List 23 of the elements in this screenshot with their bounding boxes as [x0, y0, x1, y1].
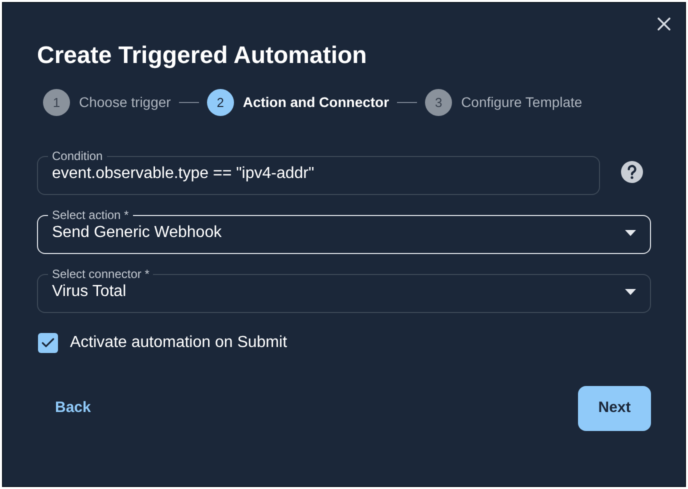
help-icon[interactable] [620, 160, 644, 184]
field-value: event.observable.type == "ipv4-addr" [52, 164, 316, 184]
dialog-title: Create Triggered Automation [37, 41, 368, 71]
field-value: Virus Total [52, 282, 128, 302]
field-label: Select action * [51, 207, 130, 223]
next-button[interactable]: Next [578, 386, 651, 431]
select-field[interactable]: Select action * Send Generic Webhook [37, 207, 651, 254]
step-number: 2 [206, 89, 234, 116]
back-button[interactable]: Back [37, 387, 109, 430]
step-number: 1 [43, 89, 70, 116]
field-label: Select connector * [51, 266, 150, 282]
step-label: Action and Connector [242, 93, 390, 112]
field-value: Send Generic Webhook [52, 223, 223, 243]
step-label: Choose trigger [79, 93, 171, 112]
select-field[interactable]: Select connector * Virus Total [37, 266, 651, 313]
dropdown-caret-icon [625, 230, 636, 236]
step-label: Configure Template [461, 93, 582, 112]
input-field[interactable]: Condition event.observable.type == "ipv4-addr" [37, 148, 600, 195]
field-label: Condition [51, 148, 104, 164]
checkbox[interactable] [38, 333, 58, 353]
step-number: 3 [425, 89, 452, 116]
checkbox-label: Activate automation on Submit [70, 333, 288, 353]
dropdown-caret-icon [625, 289, 636, 295]
